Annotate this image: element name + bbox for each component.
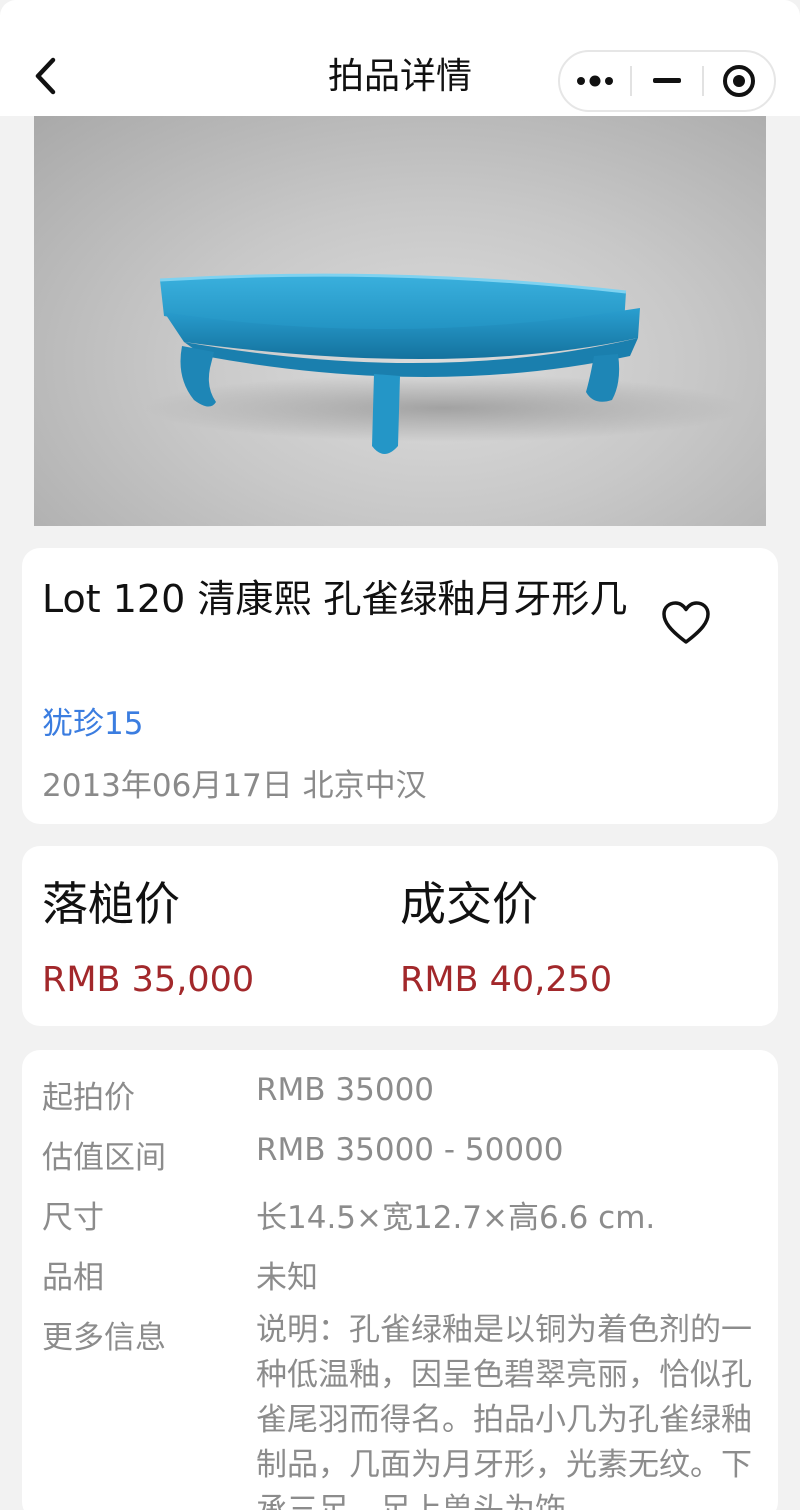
minimize-button[interactable] [632, 52, 702, 110]
price-card: 落槌价 RMB 35,000 成交价 RMB 40,250 [22, 846, 778, 1026]
deal-price-value: RMB 40,250 [400, 960, 613, 1000]
hammer-price-value: RMB 35,000 [42, 960, 255, 1000]
target-circle-icon [722, 65, 755, 97]
top-nav-bar: 拍品详情 [0, 0, 800, 116]
detail-key: 尺寸 [42, 1200, 104, 1236]
seller-link[interactable]: 犹珍15 [42, 698, 143, 743]
more-dots-icon [577, 75, 614, 87]
detail-value: 未知 [256, 1260, 318, 1296]
more-info-description: 说明：孔雀绿釉是以铜为着色剂的一种低温釉，因呈色碧翠亮丽，恰似孔雀尾羽而得名。拍… [256, 1312, 752, 1510]
lot-image[interactable] [34, 116, 766, 526]
more-button[interactable] [560, 52, 630, 110]
lot-info-card: Lot 120 清康熙 孔雀绿釉月牙形几 犹珍15 2013年06月17日 北京… [22, 548, 778, 824]
minus-icon [653, 78, 681, 83]
detail-value: RMB 35000 - 50000 [256, 1132, 564, 1168]
detail-key: 品相 [42, 1260, 104, 1296]
hammer-price-label: 落槌价 [42, 877, 180, 931]
turquoise-stand-illustration [144, 273, 744, 454]
detail-value: 长14.5×宽12.7×高6.6 cm. [256, 1200, 656, 1236]
lot-title: Lot 120 清康熙 孔雀绿釉月牙形几 [42, 577, 628, 621]
auction-date-location: 2013年06月17日 北京中汉 [42, 768, 427, 804]
detail-key: 估值区间 [42, 1140, 166, 1176]
heart-icon [662, 601, 710, 644]
favorite-button[interactable] [660, 598, 712, 650]
mini-program-capsule [558, 50, 776, 112]
detail-key: 更多信息 [42, 1320, 166, 1356]
deal-price-label: 成交价 [400, 877, 538, 931]
close-button[interactable] [704, 52, 774, 110]
detail-key: 起拍价 [42, 1080, 135, 1116]
details-card: 起拍价 RMB 35000 估值区间 RMB 35000 - 50000 尺寸 … [22, 1050, 778, 1510]
detail-value: RMB 35000 [256, 1072, 435, 1108]
